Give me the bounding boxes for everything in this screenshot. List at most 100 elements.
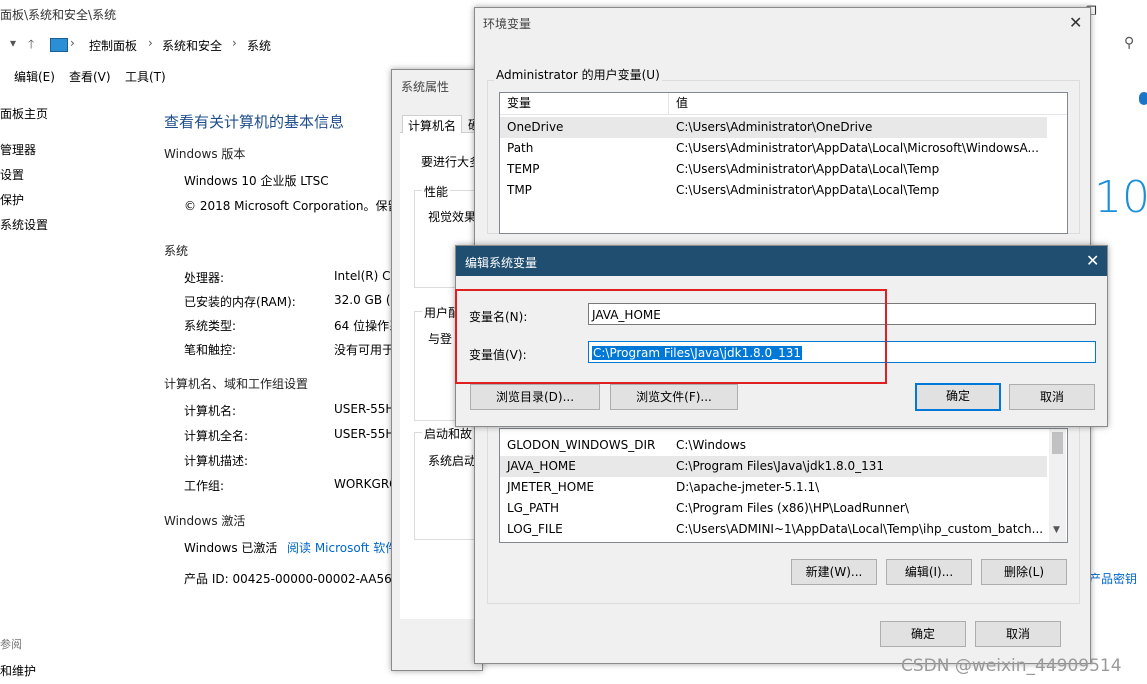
window-title: 面板\系统和安全\系统 (0, 8, 117, 22)
pen-touch-value: 没有可用于 (334, 343, 395, 357)
startup-label: 启动和故 (422, 425, 475, 442)
sidebar-item-maintenance[interactable]: 和维护 (0, 662, 36, 679)
breadcrumb-chevron-icon: › (70, 36, 75, 50)
close-icon[interactable]: ✕ (1069, 13, 1082, 32)
windows-edition-value: Windows 10 企业版 LTSC (184, 174, 329, 188)
var-value: C:\Program Files (x86)\HP\LoadRunner\ (676, 501, 909, 515)
change-product-key-link[interactable]: 产品密钥 (1089, 570, 1137, 587)
workgroup-label: 工作组: (184, 479, 225, 493)
list-item[interactable]: TMP C:\Users\Administrator\AppData\Local… (500, 180, 1047, 201)
sidebar-item-protection[interactable]: 保护 (0, 191, 24, 208)
breadcrumb-item[interactable]: 系统 (247, 37, 271, 54)
var-value: C:\Users\Administrator\AppData\Local\Mic… (676, 141, 1039, 155)
watermark: CSDN @weixin_44909514 (901, 656, 1122, 676)
menu-view[interactable]: 查看(V) (69, 68, 111, 85)
list-item[interactable]: GLODON_WINDOWS_DIR C:\Windows (500, 435, 1047, 456)
list-item[interactable]: OneDrive C:\Users\Administrator\OneDrive (500, 117, 1047, 138)
ram-value: 32.0 GB (3 (334, 293, 399, 307)
var-value: D:\apache-jmeter-5.1.1\ (676, 480, 820, 494)
section-activation: Windows 激活 (164, 514, 246, 528)
scrollbar-thumb[interactable] (1052, 432, 1063, 454)
dialog-title: 编辑系统变量 (465, 256, 538, 270)
list-item[interactable]: JAVA_HOME C:\Program Files\Java\jdk1.8.0… (500, 456, 1047, 477)
computer-fullname-label: 计算机全名: (184, 429, 249, 443)
workgroup-value: WORKGRO (334, 477, 399, 491)
user-profile-text: 与登 (428, 332, 453, 346)
activation-status: Windows 已激活 (184, 541, 278, 555)
breadcrumb-item[interactable]: 控制面板 (89, 37, 137, 54)
section-computer-name: 计算机名、域和工作组设置 (164, 377, 309, 391)
windows-10-logo: 10 (1094, 172, 1147, 223)
column-header-variable[interactable]: 变量 (507, 93, 531, 114)
var-name: OneDrive (507, 120, 564, 134)
menu-tools[interactable]: 工具(T) (125, 68, 166, 85)
highlight-box (455, 289, 887, 384)
sidebar-item-device-manager[interactable]: 管理器 (0, 141, 36, 158)
var-name: LG_PATH (507, 501, 560, 515)
close-icon[interactable]: ✕ (1086, 251, 1099, 270)
edit-system-variable-dialog: 编辑系统变量 ✕ 变量名(N): JAVA_HOME 变量值(V): C:\Pr… (455, 245, 1108, 427)
startup-text: 系统启动 (428, 454, 477, 468)
scroll-down-icon[interactable]: ▼ (1053, 525, 1060, 535)
page-title: 查看有关计算机的基本信息 (164, 113, 345, 131)
dialog-title: 系统属性 (401, 80, 450, 94)
sidebar-item-home[interactable]: 面板主页 (0, 105, 48, 122)
performance-text: 视觉效果 (428, 210, 477, 224)
processor-value: Intel(R) Co (334, 269, 398, 283)
system-type-label: 系统类型: (184, 319, 237, 333)
up-arrow-icon[interactable]: 🡑 (28, 35, 34, 56)
processor-label: 处理器: (184, 271, 225, 285)
dialog-titlebar: 编辑系统变量 ✕ (456, 246, 1107, 276)
read-license-link[interactable]: 阅读 Microsoft 软件 (287, 539, 397, 556)
list-header: 变量 值 (500, 93, 1067, 115)
ok-button[interactable]: 确定 (915, 383, 1001, 411)
var-name: JMETER_HOME (507, 480, 595, 494)
cancel-button[interactable]: 取消 (975, 621, 1061, 647)
var-name: Path (507, 141, 534, 155)
edit-variable-button[interactable]: 编辑(I)... (886, 559, 972, 585)
performance-label: 性能 (422, 183, 451, 200)
search-icon[interactable]: ⚲ (1124, 35, 1134, 51)
cancel-button[interactable]: 取消 (1009, 384, 1095, 410)
user-vars-list[interactable]: 变量 值 OneDrive C:\Users\Administrator\One… (499, 92, 1068, 234)
browse-file-button[interactable]: 浏览文件(F)... (610, 384, 738, 410)
computer-desc-label: 计算机描述: (184, 454, 249, 468)
var-value: C:\Windows (676, 438, 747, 452)
system-vars-list[interactable]: GLODON_WINDOWS_DIR C:\Windows JAVA_HOME … (499, 428, 1068, 543)
ok-button[interactable]: 确定 (880, 621, 966, 647)
var-value: C:\Users\Administrator\AppData\Local\Tem… (676, 162, 940, 176)
computer-name-value: USER-55H (334, 402, 395, 416)
delete-variable-button[interactable]: 删除(L) (981, 559, 1067, 585)
computer-name-label: 计算机名: (184, 404, 237, 418)
list-item[interactable]: Path C:\Users\Administrator\AppData\Loca… (500, 138, 1047, 159)
help-icon[interactable] (1139, 92, 1147, 105)
list-item[interactable]: JMETER_HOME D:\apache-jmeter-5.1.1\ (500, 477, 1047, 498)
scrollbar[interactable]: ▼ (1049, 429, 1066, 542)
var-name: JAVA_HOME (507, 459, 576, 473)
list-item[interactable]: TEMP C:\Users\Administrator\AppData\Loca… (500, 159, 1047, 180)
back-arrow-icon[interactable]: ▾ (10, 36, 16, 50)
list-item[interactable]: LOG_FILE C:\Users\ADMINI~1\AppData\Local… (500, 519, 1047, 540)
breadcrumb-chevron-icon: › (232, 36, 237, 50)
list-item[interactable]: LG_PATH C:\Program Files (x86)\HP\LoadRu… (500, 498, 1047, 519)
breadcrumb-item[interactable]: 系统和安全 (162, 37, 222, 54)
new-variable-button[interactable]: 新建(W)... (791, 559, 877, 585)
var-name: TMP (507, 183, 532, 197)
control-panel-icon (50, 38, 68, 52)
tab-computer-name[interactable]: 计算机名 (402, 115, 463, 135)
var-name: TEMP (507, 162, 540, 176)
sidebar-item-advanced[interactable]: 系统设置 (0, 216, 48, 233)
sidebar-item-remote[interactable]: 设置 (0, 166, 24, 183)
section-system: 系统 (164, 244, 189, 258)
admin-note: 要进行大多 (421, 155, 482, 169)
ram-label: 已安装的内存(RAM): (184, 295, 296, 309)
column-header-value[interactable]: 值 (676, 93, 688, 114)
section-windows-edition: Windows 版本 (164, 147, 246, 161)
var-value: C:\Users\Administrator\AppData\Local\Tem… (676, 183, 940, 197)
sidebar-see-also: 参阅 (0, 638, 22, 651)
pen-touch-label: 笔和触控: (184, 343, 237, 357)
menu-edit[interactable]: 编辑(E) (14, 68, 55, 85)
browse-directory-button[interactable]: 浏览目录(D)... (470, 384, 600, 410)
dialog-title: 环境变量 (483, 17, 532, 31)
copyright-text: © 2018 Microsoft Corporation。保留 (184, 199, 400, 213)
